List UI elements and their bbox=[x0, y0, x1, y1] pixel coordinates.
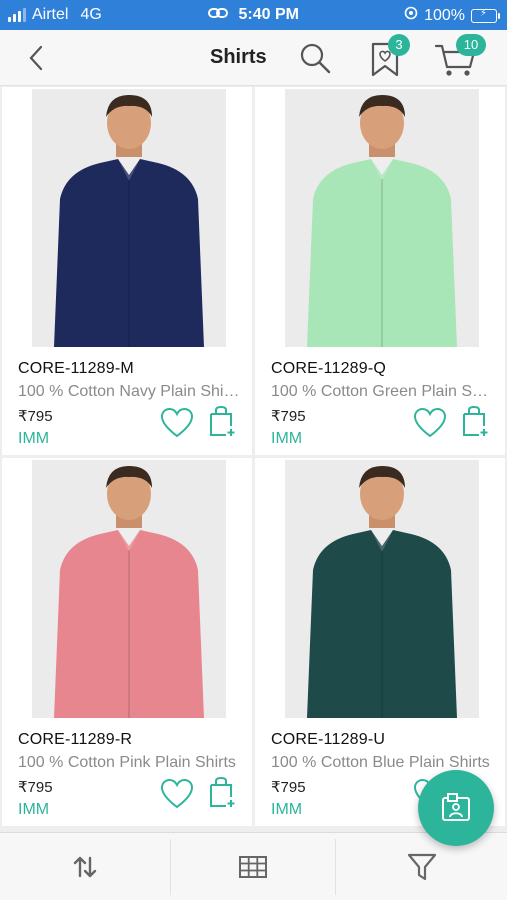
status-bar: Airtel 4G 5:40 PM 100% bbox=[0, 0, 507, 30]
product-sku: CORE-11289-Q bbox=[271, 360, 387, 377]
add-to-bag-button[interactable] bbox=[208, 405, 236, 437]
floating-action-button[interactable] bbox=[418, 770, 494, 846]
add-to-wishlist-button[interactable] bbox=[160, 778, 194, 810]
product-card[interactable]: CORE-11289-R 100 % Cotton Pink Plain Shir… bbox=[2, 458, 252, 826]
product-brand: IMM bbox=[18, 430, 50, 447]
grid-view-icon bbox=[239, 856, 267, 878]
product-price: ₹795 bbox=[18, 779, 53, 796]
product-photo[interactable] bbox=[285, 89, 479, 347]
battery-icon bbox=[471, 8, 500, 23]
product-price: ₹795 bbox=[271, 779, 306, 796]
add-to-wishlist-button[interactable] bbox=[160, 407, 194, 439]
orientation-lock-icon bbox=[404, 6, 418, 25]
search-button[interactable] bbox=[298, 41, 332, 75]
sort-button[interactable] bbox=[0, 833, 170, 900]
back-button[interactable] bbox=[20, 43, 52, 73]
product-name: 100 % Cotton Pink Plain Shirts bbox=[18, 754, 236, 771]
heart-icon bbox=[160, 778, 194, 809]
product-image bbox=[285, 89, 479, 347]
product-image bbox=[32, 460, 226, 718]
chevron-left-icon bbox=[29, 45, 43, 71]
status-time: 5:40 PM bbox=[238, 6, 299, 24]
grid-view-button[interactable] bbox=[171, 833, 335, 900]
product-sku: CORE-11289-R bbox=[18, 731, 133, 748]
product-price: ₹795 bbox=[18, 408, 53, 425]
cart-count-badge: 10 bbox=[456, 34, 486, 56]
heart-icon bbox=[160, 407, 194, 438]
product-brand: IMM bbox=[18, 801, 50, 818]
product-image bbox=[32, 89, 226, 347]
add-to-bag-button[interactable] bbox=[208, 776, 236, 808]
bottom-toolbar bbox=[0, 832, 507, 900]
product-photo[interactable] bbox=[32, 460, 226, 718]
product-sku: CORE-11289-U bbox=[271, 731, 386, 748]
product-name: 100 % Cotton Navy Plain Shirts bbox=[18, 383, 240, 400]
add-to-bag-button[interactable] bbox=[461, 405, 489, 437]
assistant-icon bbox=[442, 793, 470, 821]
product-sku: CORE-11289-M bbox=[18, 360, 134, 377]
add-to-bag-icon bbox=[210, 405, 235, 436]
wishlist-count-badge: 3 bbox=[388, 34, 410, 56]
page-title: Shirts bbox=[210, 46, 267, 68]
product-card[interactable]: CORE-11289-Q 100 % Cotton Green Plain Shi… bbox=[255, 87, 505, 455]
app-header: Shirts 3 10 bbox=[0, 30, 507, 86]
product-price: ₹795 bbox=[271, 408, 306, 425]
product-grid: CORE-11289-M 100 % Cotton Navy Plain Shir… bbox=[0, 87, 507, 831]
search-icon bbox=[300, 43, 331, 74]
filter-icon bbox=[407, 853, 436, 881]
heart-icon bbox=[413, 407, 447, 438]
link-icon bbox=[208, 6, 229, 24]
product-photo[interactable] bbox=[32, 89, 226, 347]
add-to-wishlist-button[interactable] bbox=[413, 407, 447, 439]
product-name: 100 % Cotton Green Plain Shirts bbox=[271, 383, 493, 400]
sort-icon bbox=[73, 856, 97, 878]
add-to-bag-icon bbox=[463, 405, 488, 436]
wishlist-button[interactable]: 3 bbox=[368, 34, 410, 78]
product-card[interactable]: CORE-11289-M 100 % Cotton Navy Plain Shir… bbox=[2, 87, 252, 455]
status-right: 100% bbox=[404, 6, 500, 25]
filter-button[interactable] bbox=[336, 833, 507, 900]
add-to-bag-icon bbox=[210, 776, 235, 807]
product-brand: IMM bbox=[271, 801, 303, 818]
product-image bbox=[285, 460, 479, 718]
battery-percent: 100% bbox=[424, 6, 465, 24]
product-brand: IMM bbox=[271, 430, 303, 447]
cart-button[interactable]: 10 bbox=[434, 34, 486, 78]
product-photo[interactable] bbox=[285, 460, 479, 718]
